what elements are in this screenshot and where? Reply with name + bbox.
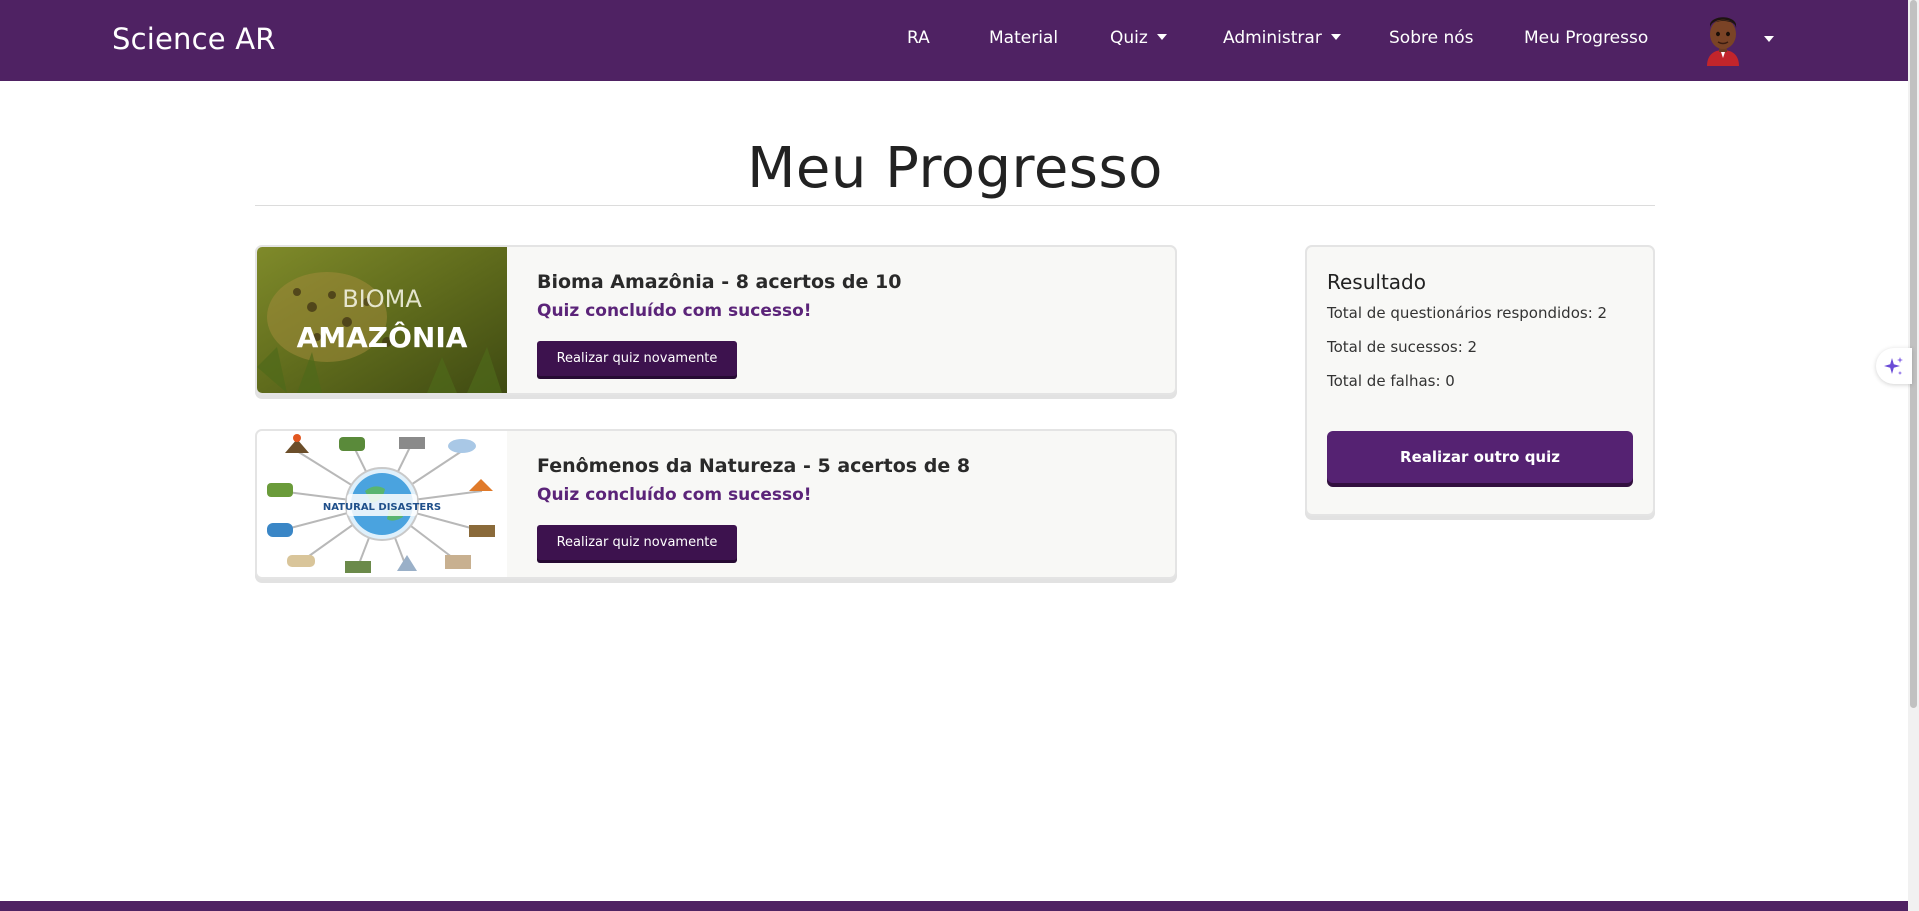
nav-item-sobre-nos[interactable]: Sobre nós xyxy=(1389,28,1474,48)
quiz-status: Quiz concluído com sucesso! xyxy=(537,301,812,321)
nav-item-meu-progresso[interactable]: Meu Progresso xyxy=(1524,28,1648,48)
sparkle-icon xyxy=(1884,357,1903,375)
caret-down-icon xyxy=(1330,34,1341,40)
total-failures: Total de falhas: 0 xyxy=(1327,372,1455,390)
result-panel: Resultado Total de questionários respond… xyxy=(1305,245,1655,516)
user-avatar-icon xyxy=(1707,17,1739,66)
nav-item-material[interactable]: Material xyxy=(989,28,1058,48)
user-menu-dropdown[interactable] xyxy=(1703,14,1774,68)
title-divider xyxy=(255,205,1655,206)
retake-quiz-button[interactable]: Realizar quiz novamente xyxy=(537,525,737,560)
total-successes: Total de sucessos: 2 xyxy=(1327,338,1478,356)
top-navbar: Science AR RA Material Quiz Administrar … xyxy=(0,0,1908,81)
quiz-image-natural-disasters: NATURAL DISASTERS xyxy=(257,431,507,577)
nav-item-administrar-label: Administrar xyxy=(1223,28,1322,48)
image-text-natural-disasters: NATURAL DISASTERS xyxy=(323,502,441,513)
nav-item-ra[interactable]: RA xyxy=(907,28,930,48)
caret-down-icon xyxy=(1764,36,1774,42)
footer-strip xyxy=(0,901,1908,911)
quiz-status: Quiz concluído com sucesso! xyxy=(537,485,812,505)
image-text-bioma: BIOMA xyxy=(342,285,422,313)
quiz-image-bioma-amazonia: BIOMA AMAZÔNIA xyxy=(257,247,507,393)
brand-logo[interactable]: Science AR xyxy=(112,22,276,56)
retake-quiz-button[interactable]: Realizar quiz novamente xyxy=(537,341,737,376)
nav-item-quiz-label: Quiz xyxy=(1110,28,1148,48)
caret-down-icon xyxy=(1156,34,1167,40)
quiz-card-fenomenos-natureza: NATURAL DISASTERS Fenômenos da Natureza … xyxy=(255,429,1177,579)
quiz-card-bioma-amazonia: BIOMA AMAZÔNIA Bioma Amazônia - 8 acerto… xyxy=(255,245,1177,395)
total-answered: Total de questionários respondidos: 2 xyxy=(1327,304,1608,322)
nav-item-quiz-dropdown[interactable]: Quiz xyxy=(1110,28,1167,48)
take-another-quiz-button[interactable]: Realizar outro quiz xyxy=(1327,431,1633,483)
ai-assistant-button[interactable] xyxy=(1876,348,1912,384)
image-text-amazonia: AMAZÔNIA xyxy=(297,320,468,354)
result-title: Resultado xyxy=(1327,270,1426,294)
nav-item-administrar-dropdown[interactable]: Administrar xyxy=(1223,28,1341,48)
quiz-title: Fenômenos da Natureza - 5 acertos de 8 xyxy=(537,455,971,477)
page-title: Meu Progresso xyxy=(747,136,1163,201)
quiz-title: Bioma Amazônia - 8 acertos de 10 xyxy=(537,271,902,293)
